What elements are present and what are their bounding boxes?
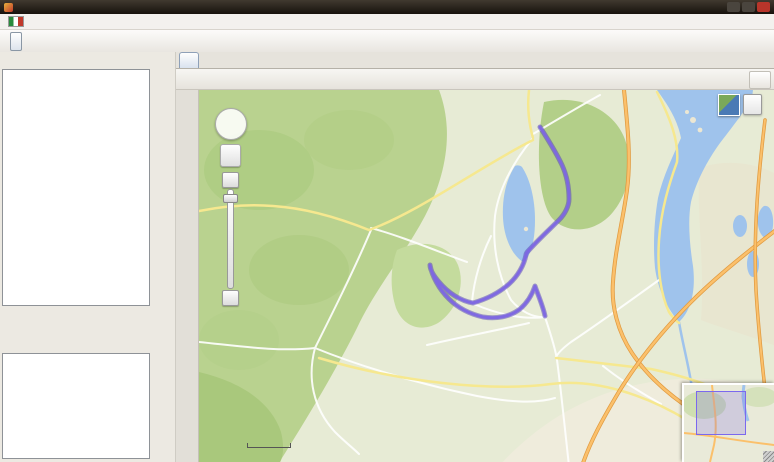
minimap-viewport-rect[interactable] [696,391,746,435]
shop-button[interactable] [10,32,22,51]
map-viewport[interactable] [199,90,774,462]
tab-route[interactable] [179,52,199,68]
close-button[interactable] [757,2,770,12]
zoom-slider-handle[interactable] [223,194,238,203]
menu-bar [0,14,774,30]
map-toolbar [176,69,774,90]
map-panel [176,52,774,462]
main-toolbar [0,30,774,54]
map-tools-toolbar [176,90,199,462]
zoom-slider-track[interactable] [227,189,234,289]
satellite-thumbnail[interactable] [718,94,740,116]
waypoints-panel [0,52,152,462]
waypoint-list[interactable] [2,69,150,306]
zoom-in-button[interactable] [222,172,239,188]
tab-bar [176,52,774,69]
map-type-control [718,94,762,116]
minimap-resize-handle[interactable] [763,451,774,462]
map-body [176,90,774,462]
waypoint-toolbar [152,52,176,462]
map-attribution [675,450,678,459]
main-content [0,52,774,462]
title-bar [0,0,774,14]
map-type-button[interactable] [743,94,762,115]
favorites-list[interactable] [2,353,150,459]
app-window [0,0,774,462]
pan-control[interactable] [215,108,247,140]
maximize-button[interactable] [742,2,755,12]
pegman-icon[interactable] [220,144,241,167]
scale-bar [247,442,291,448]
scale-line [247,443,291,448]
window-buttons [727,2,770,12]
overview-minimap[interactable] [682,383,774,462]
app-icon [4,3,13,12]
zoom-out-button[interactable] [222,290,239,306]
side-panel-toggle-button[interactable] [749,71,771,89]
language-flag-icon[interactable] [8,16,24,27]
minimize-button[interactable] [727,2,740,12]
